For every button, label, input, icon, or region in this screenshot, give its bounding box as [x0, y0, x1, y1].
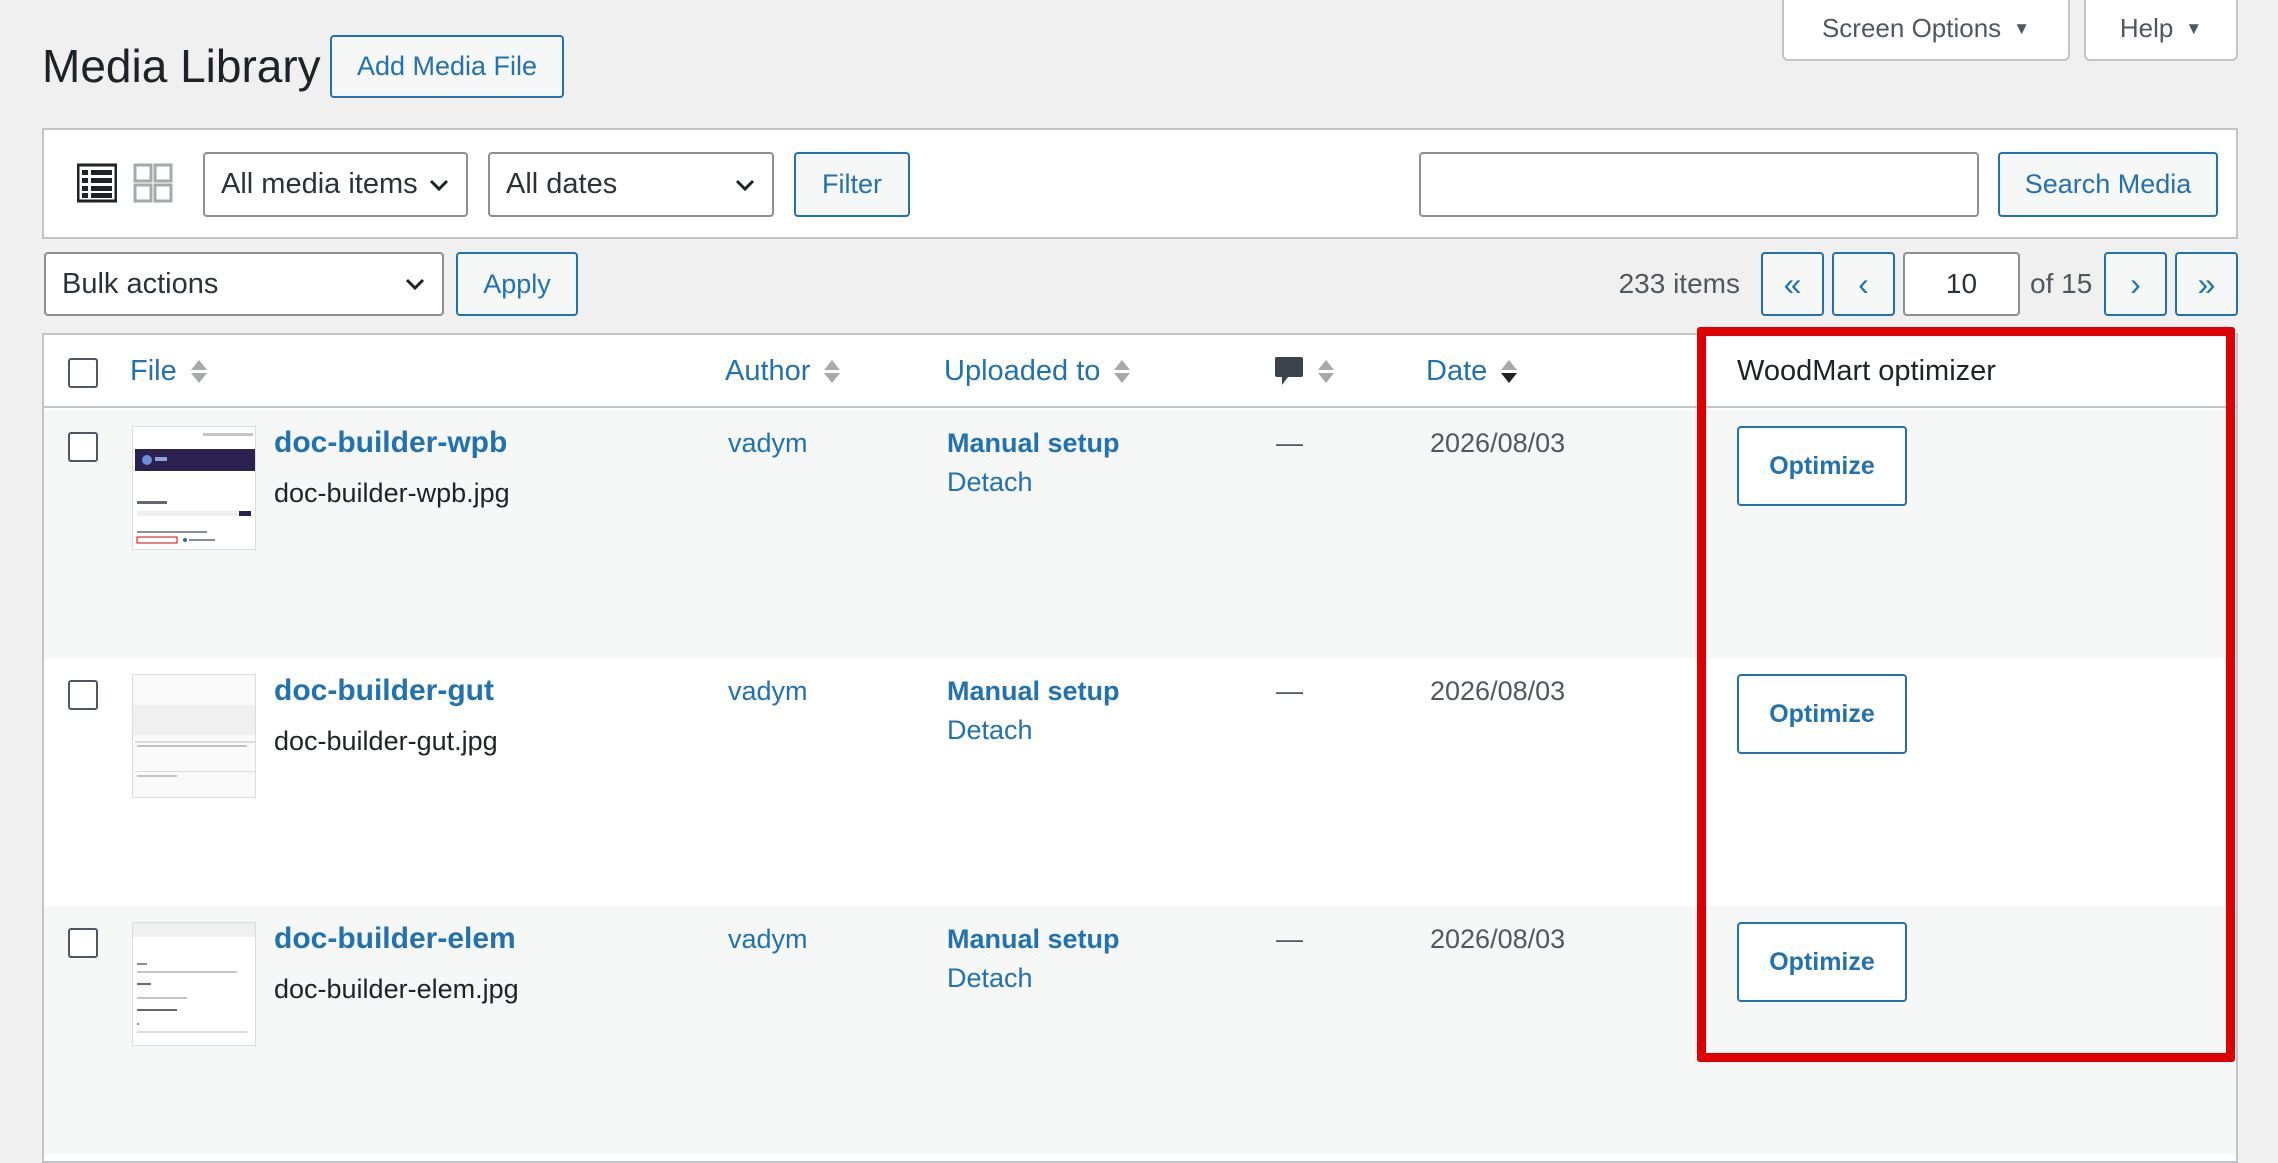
uploaded-to-link[interactable]: Manual setup	[947, 428, 1120, 459]
file-name: doc-builder-wpb.jpg	[274, 478, 510, 508]
items-count: 233 items	[1618, 268, 1740, 299]
chevron-down-icon	[405, 278, 425, 291]
media-table: File Author Uploaded to Date WoodMart op…	[42, 333, 2238, 1163]
list-view-icon[interactable]	[76, 163, 118, 203]
comment-bubble-icon	[1275, 356, 1303, 385]
sort-desc-icon	[1501, 360, 1518, 383]
file-title-link[interactable]: doc-builder-gut	[274, 674, 494, 708]
current-page-input[interactable]: 10	[1903, 252, 2020, 316]
thumbnail-image[interactable]	[132, 426, 256, 550]
media-type-value: All media items	[221, 168, 418, 200]
media-type-select[interactable]: All media items	[203, 152, 468, 217]
sort-icon	[1114, 360, 1131, 383]
column-file[interactable]: File	[130, 335, 207, 408]
column-author-label: Author	[725, 355, 811, 387]
screen-options-button[interactable]: Screen Options ▼	[1782, 0, 2070, 61]
comment-count: —	[1276, 676, 1303, 706]
upload-date: 2026/08/03	[1430, 676, 1566, 706]
file-name: doc-builder-gut.jpg	[274, 726, 498, 756]
column-woodmart-optimizer: WoodMart optimizer	[1737, 335, 1996, 408]
detach-link[interactable]: Detach	[947, 715, 1033, 746]
first-page-button[interactable]: «	[1761, 252, 1824, 316]
detach-link[interactable]: Detach	[947, 963, 1033, 994]
media-filter-bar: All media items All dates Filter Search …	[42, 128, 2238, 239]
comment-count: —	[1276, 428, 1303, 458]
sort-icon	[824, 360, 841, 383]
thumbnail-image[interactable]	[132, 674, 256, 798]
table-row: doc-builder-elem doc-builder-elem.jpg va…	[44, 906, 2236, 1154]
uploaded-to-link[interactable]: Manual setup	[947, 924, 1120, 955]
caret-down-icon: ▼	[2185, 18, 2203, 38]
upload-date: 2026/08/03	[1430, 924, 1566, 954]
bulk-actions-value: Bulk actions	[62, 267, 219, 300]
previous-page-button[interactable]: ‹	[1832, 252, 1895, 316]
column-comments[interactable]	[1274, 335, 1334, 408]
file-title-link[interactable]: doc-builder-wpb	[274, 426, 507, 460]
author-link[interactable]: vadym	[728, 924, 808, 955]
file-title-link[interactable]: doc-builder-elem	[274, 922, 516, 956]
column-file-label: File	[130, 355, 177, 387]
date-value: All dates	[506, 168, 618, 200]
file-name: doc-builder-elem.jpg	[274, 974, 519, 1004]
sort-icon	[1318, 360, 1334, 383]
screen-options-label: Screen Options	[1821, 13, 2002, 43]
search-media-button[interactable]: Search Media	[1998, 152, 2218, 217]
column-uploaded-to-label: Uploaded to	[944, 355, 1101, 387]
table-row: doc-builder-gut doc-builder-gut.jpg vady…	[44, 658, 2236, 906]
sort-icon	[190, 360, 207, 383]
column-date-label: Date	[1426, 355, 1488, 387]
uploaded-to-link[interactable]: Manual setup	[947, 676, 1120, 707]
apply-button[interactable]: Apply	[456, 252, 578, 316]
chevron-down-icon	[429, 179, 449, 191]
grid-view-icon[interactable]	[133, 163, 173, 203]
next-page-button[interactable]: ›	[2104, 252, 2167, 316]
column-woodmart-label: WoodMart optimizer	[1737, 355, 1996, 387]
table-row: doc-builder-wpb doc-builder-wpb.jpg vady…	[44, 410, 2236, 658]
author-link[interactable]: vadym	[728, 428, 808, 459]
filter-button[interactable]: Filter	[794, 152, 910, 217]
table-header: File Author Uploaded to Date WoodMart op…	[44, 335, 2236, 408]
row-checkbox[interactable]	[68, 432, 98, 462]
upload-date: 2026/08/03	[1430, 428, 1566, 458]
help-label: Help	[2119, 13, 2174, 43]
column-author[interactable]: Author	[725, 335, 841, 408]
add-media-file-button[interactable]: Add Media File	[330, 35, 564, 98]
date-select[interactable]: All dates	[488, 152, 774, 217]
optimize-button[interactable]: Optimize	[1737, 922, 1907, 1002]
chevron-down-icon	[735, 179, 755, 191]
thumbnail-image[interactable]	[132, 922, 256, 1046]
last-page-button[interactable]: »	[2175, 252, 2238, 316]
total-pages: of 15	[2030, 268, 2093, 299]
author-link[interactable]: vadym	[728, 676, 808, 707]
column-uploaded-to[interactable]: Uploaded to	[944, 335, 1131, 408]
optimize-button[interactable]: Optimize	[1737, 426, 1907, 506]
column-date[interactable]: Date	[1426, 335, 1518, 408]
select-all-checkbox[interactable]	[68, 358, 98, 388]
row-checkbox[interactable]	[68, 680, 98, 710]
detach-link[interactable]: Detach	[947, 467, 1033, 498]
help-button[interactable]: Help ▼	[2084, 0, 2238, 61]
bulk-actions-select[interactable]: Bulk actions	[44, 252, 444, 316]
page-title: Media Library	[42, 40, 321, 92]
optimize-button[interactable]: Optimize	[1737, 674, 1907, 754]
search-input[interactable]	[1419, 152, 1979, 217]
row-checkbox[interactable]	[68, 928, 98, 958]
comment-count: —	[1276, 924, 1303, 954]
caret-down-icon: ▼	[2013, 18, 2031, 38]
